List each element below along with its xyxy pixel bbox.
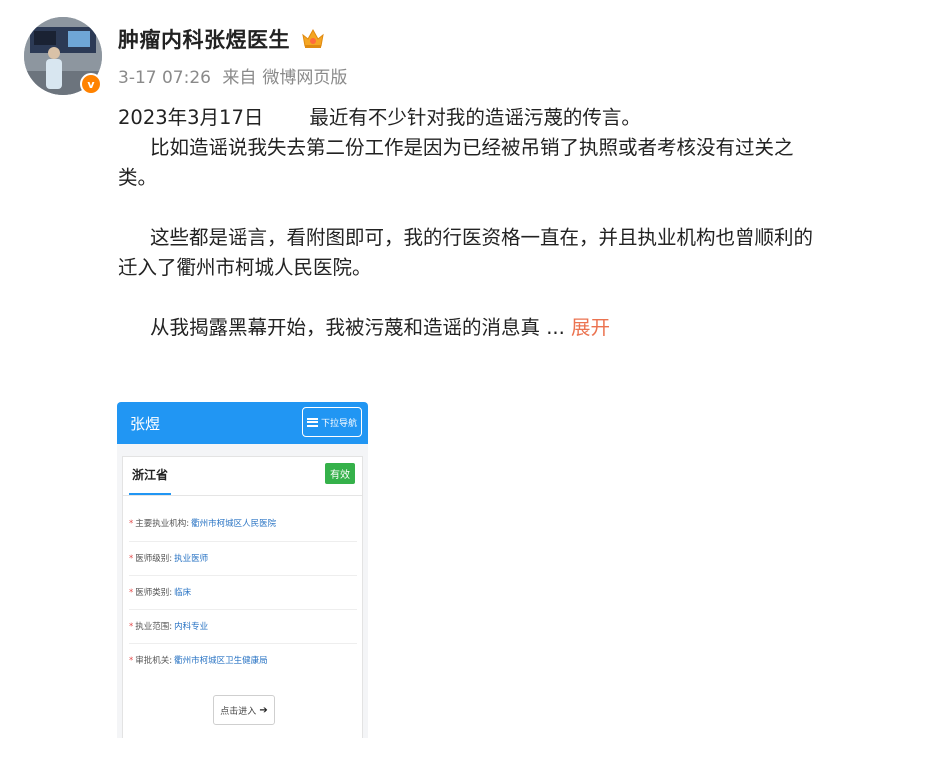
license-page-topbar: 张煜 下拉导航: [117, 402, 368, 444]
dropdown-nav-label: 下拉导航: [320, 418, 357, 429]
hamburger-menu-icon: [306, 417, 318, 427]
province-tab: 浙江省: [129, 457, 172, 495]
post-paragraph-1: 比如造谣说我失去第二份工作是因为已经被吊销了执照或者考核没有过关之: [150, 136, 794, 159]
post-paragraph-1-wrap: 类。: [118, 166, 158, 189]
arrow-right-icon: ➔: [259, 704, 268, 716]
info-row-category: * 医师类别: 临床: [129, 588, 192, 598]
enter-button: 点击进入 ➔: [213, 695, 275, 725]
source-prefix: 来自: [222, 68, 257, 88]
post-date: 2023年3月17日: [118, 106, 264, 129]
crown-badge-icon[interactable]: [300, 26, 326, 50]
post-paragraph-2-wrap: 迁入了衢州市柯城人民医院。: [118, 256, 372, 279]
dropdown-nav-button: 下拉导航: [302, 407, 362, 437]
post-paragraph-2: 这些都是谣言，看附图即可，我的行医资格一直在，并且执业机构也曾顺利的: [150, 226, 814, 249]
expand-link[interactable]: 展开: [571, 316, 610, 339]
post-line-1: 2023年3月17日 最近有不少针对我的造谣污蔑的传言。: [118, 103, 924, 133]
post-text: 2023年3月17日 最近有不少针对我的造谣污蔑的传言。 比如造谣说我失去第二份工…: [118, 103, 924, 343]
license-page-title: 张煜: [130, 415, 161, 433]
status-badge: 有效: [325, 463, 355, 484]
info-row-authority: * 审批机关: 衢州市柯城区卫生健康局: [129, 656, 268, 666]
post-timestamp[interactable]: 3-17 07:26: [118, 68, 211, 88]
info-row-institution: * 主要执业机构: 衢州市柯城区人民医院: [129, 519, 277, 529]
info-row-scope: * 执业范围: 内科专业: [129, 622, 209, 632]
post-intro: 最近有不少针对我的造谣污蔑的传言。: [309, 106, 641, 129]
username[interactable]: 肿瘤内科张煜医生: [118, 24, 290, 54]
info-row-level: * 医师级别: 执业医师: [129, 554, 209, 564]
attached-image[interactable]: 张煜 下拉导航 浙江省 有效 * 主要执业机构: 衢州市柯城区人民医院 * 医师级别:…: [117, 402, 368, 738]
post-meta: 3-17 07:26 来自 微博网页版: [118, 63, 353, 88]
license-card-header: 浙江省 有效: [123, 457, 362, 496]
post-paragraph-3: 从我揭露黑幕开始，我被污蔑和造谣的消息真 ... 展开: [150, 316, 611, 339]
ellipsis: ...: [546, 316, 565, 339]
license-card: 浙江省 有效 * 主要执业机构: 衢州市柯城区人民医院 * 医师级别: 执业医师 * 医师…: [122, 456, 363, 738]
verified-v-badge-icon: v: [80, 73, 102, 95]
post-source: 微博网页版: [262, 68, 348, 88]
